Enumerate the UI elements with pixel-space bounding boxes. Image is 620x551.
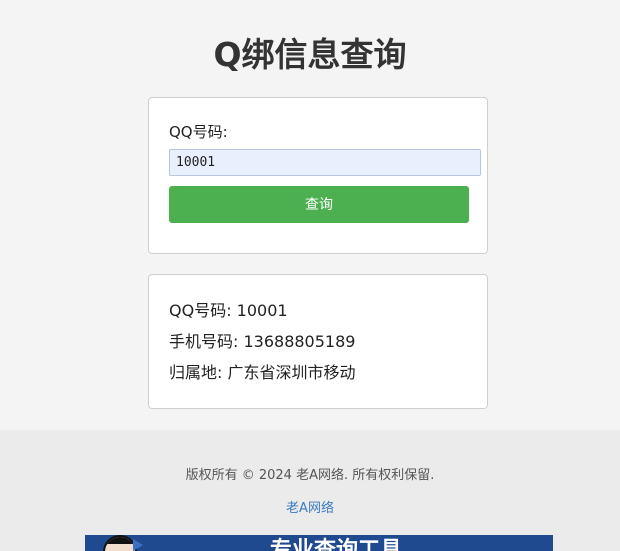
ad-banner[interactable]: 专业查询工具 (85, 535, 553, 551)
result-qq-number: QQ号码: 10001 (169, 301, 288, 320)
qq-number-label: QQ号码: (169, 123, 228, 141)
result-card: QQ号码: 10001 手机号码: 13688805189 归属地: 广东省深圳… (148, 274, 488, 409)
avatar-hair (105, 537, 135, 544)
query-form-card: QQ号码: 查询 (148, 97, 488, 254)
result-location: 归属地: 广东省深圳市移动 (169, 363, 356, 382)
footer: 版权所有 © 2024 老A网络. 所有权利保留. 老A网络 专业查询工具 (0, 430, 620, 551)
query-button[interactable]: 查询 (169, 186, 469, 223)
banner-text: 专业查询工具 (270, 538, 403, 551)
page-title: Q绑信息查询 (213, 35, 407, 74)
footer-link[interactable]: 老A网络 (0, 497, 620, 516)
copyright-text: 版权所有 © 2024 老A网络. 所有权利保留. (185, 468, 435, 483)
result-phone-number: 手机号码: 13688805189 (169, 332, 356, 351)
page: Q绑信息查询 QQ号码: 查询 QQ号码: 10001 手机号码: 136888… (0, 0, 620, 551)
qq-number-input[interactable] (169, 149, 481, 176)
person-avatar-icon (103, 535, 137, 551)
arrow-decoration-icon (133, 539, 143, 551)
